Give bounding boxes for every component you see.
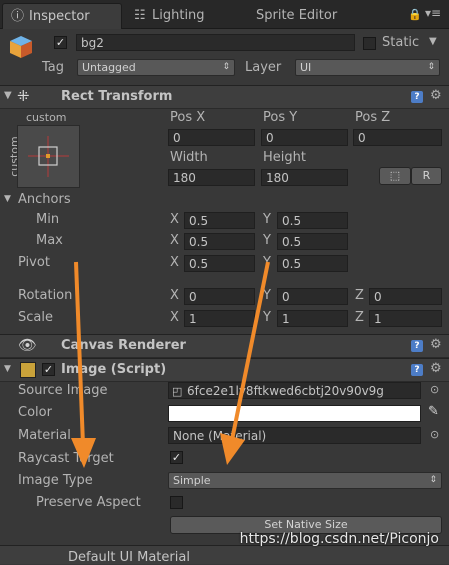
watermark-text: https://blog.csdn.net/Piconjo [239, 531, 439, 547]
annotation-arrowhead-left [71, 438, 96, 468]
annotation-arrowhead-right [220, 433, 245, 465]
annotation-arrows [71, 261, 270, 468]
